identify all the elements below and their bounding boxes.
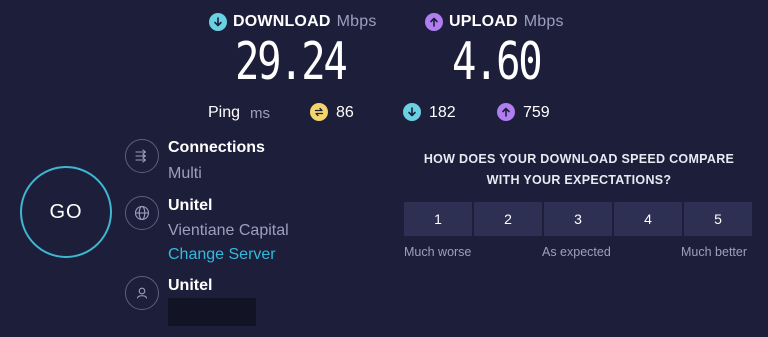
change-server-link[interactable]: Change Server — [168, 246, 276, 264]
ping-idle-value: 86 — [336, 104, 354, 121]
connections-title: Connections — [168, 139, 265, 156]
ping-idle-icon — [310, 103, 328, 121]
rating-option-2[interactable]: 2 — [474, 202, 542, 236]
survey-question-line-2: WITH YOUR EXPECTATIONS? — [486, 173, 672, 187]
ping-download-value: 182 — [429, 104, 456, 121]
survey-question: HOW DOES YOUR DOWNLOAD SPEED COMPARE WIT… — [389, 149, 768, 191]
redacted-ip-block — [168, 298, 256, 326]
ping-upload-icon — [497, 103, 515, 121]
ping-unit: ms — [250, 105, 270, 122]
rating-option-4[interactable]: 4 — [614, 202, 682, 236]
download-arrow-icon — [209, 13, 227, 31]
ping-label: Ping — [208, 104, 241, 121]
download-header: DOWNLOAD Mbps — [209, 13, 377, 31]
go-button-label: GO — [49, 200, 83, 223]
rating-option-5[interactable]: 5 — [684, 202, 752, 236]
go-button[interactable]: GO — [20, 166, 112, 258]
ping-upload-value: 759 — [523, 104, 550, 121]
rating-label-low: Much worse — [404, 245, 472, 259]
upload-unit: Mbps — [523, 13, 564, 30]
download-label: DOWNLOAD — [233, 13, 331, 30]
download-unit: Mbps — [336, 13, 377, 30]
connections-icon — [125, 139, 159, 173]
server-location: Vientiane Capital — [168, 222, 289, 239]
survey-question-line-1: HOW DOES YOUR DOWNLOAD SPEED COMPARE — [423, 152, 735, 166]
upload-arrow-icon — [425, 13, 443, 31]
globe-icon — [125, 196, 159, 230]
upload-label: UPLOAD — [449, 13, 518, 30]
upload-value: 4.60 — [452, 32, 543, 92]
rating-option-1[interactable]: 1 — [404, 202, 472, 236]
rating-option-3[interactable]: 3 — [544, 202, 612, 236]
rating-label-mid: As expected — [542, 245, 611, 259]
connections-value: Multi — [168, 165, 202, 182]
ping-download-icon — [403, 103, 421, 121]
provider-title: Unitel — [168, 277, 213, 294]
download-value: 29.24 — [235, 32, 348, 92]
upload-header: UPLOAD Mbps — [425, 13, 564, 31]
rating-label-high: Much better — [681, 245, 748, 259]
server-title: Unitel — [168, 197, 213, 214]
user-icon — [125, 276, 159, 310]
rating-scale: 1 2 3 4 5 — [404, 202, 752, 236]
